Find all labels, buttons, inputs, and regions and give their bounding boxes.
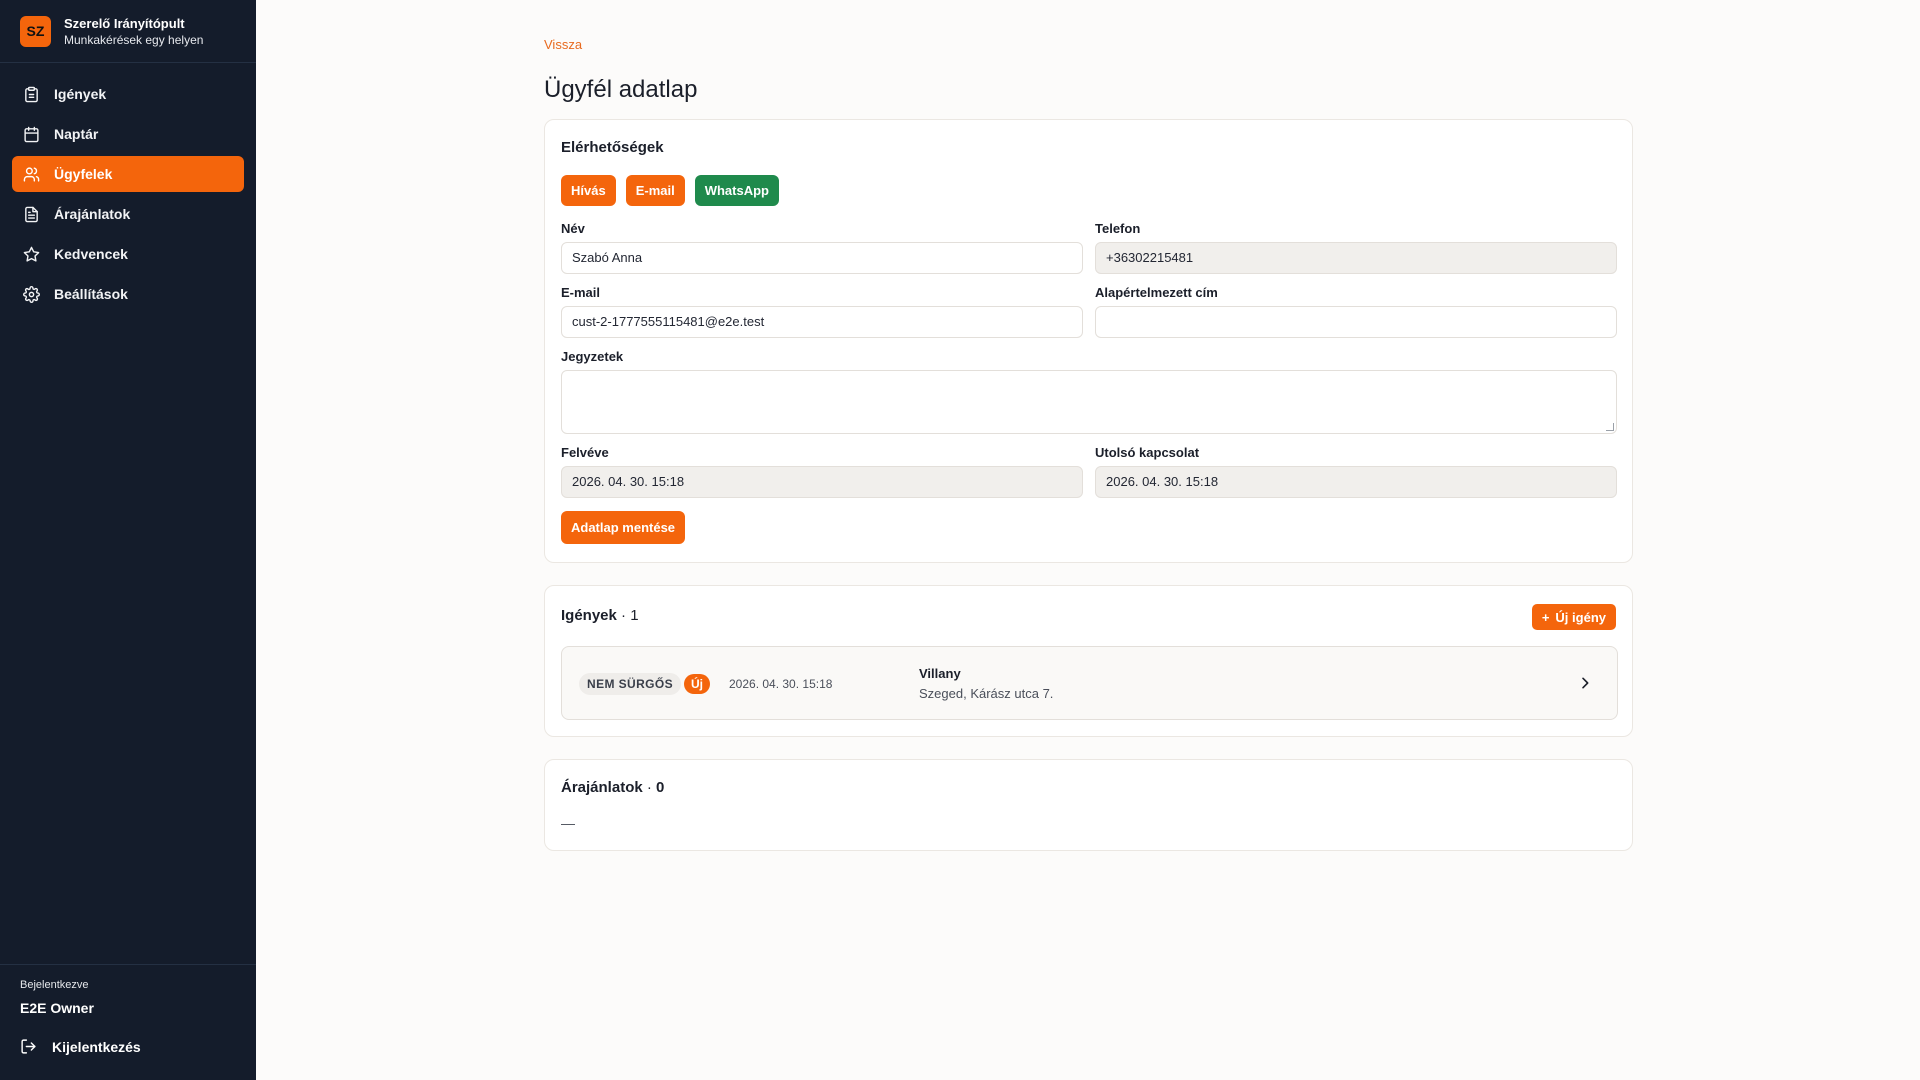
gear-icon <box>23 285 40 303</box>
name-field[interactable]: Szabó Anna <box>561 242 1083 274</box>
document-icon <box>25 206 38 222</box>
sidebar-nav: Igények Naptár Ügyfelek Árajánlatok Kedv… <box>0 63 256 329</box>
page-title: Ügyfél adatlap <box>544 76 698 103</box>
brand-logo: SZ <box>20 15 51 47</box>
quotes-title-label: Árajánlatok <box>561 779 643 796</box>
sidebar-item-label: Naptár <box>54 126 99 142</box>
sidebar-item-label: Ügyfelek <box>54 166 113 182</box>
requests-title-label: Igények <box>561 607 617 624</box>
phone-field[interactable]: +36302215481 <box>1095 242 1617 274</box>
resize-handle[interactable] <box>1606 423 1614 431</box>
request-category: Villany <box>919 666 961 681</box>
sidebar-footer: Bejelentkezve E2E Owner Kijelentkezés <box>0 964 256 1080</box>
email-label: E-mail <box>561 285 601 300</box>
email-field[interactable]: cust-2-1777555115481@e2e.test <box>561 306 1083 338</box>
address-label: Alapértelmezett cím <box>1095 285 1218 300</box>
address-field[interactable] <box>1095 306 1617 338</box>
sidebar: SZ Szerelő Irányítópult Munkakérések egy… <box>0 0 256 1080</box>
sidebar-item-label: Igények <box>54 86 107 102</box>
sidebar-item-label: Beállítások <box>54 286 128 302</box>
requests-title: Igények · 1 <box>561 607 639 624</box>
phone-label: Telefon <box>1095 221 1141 236</box>
user-name: E2E Owner <box>20 1000 94 1016</box>
calendar-icon <box>24 126 39 142</box>
quotes-empty: — <box>561 815 575 831</box>
logged-in-label: Bejelentkezve <box>20 979 89 991</box>
email-button[interactable]: E-mail <box>625 175 685 206</box>
call-button[interactable]: Hívás <box>561 175 616 206</box>
created-field: 2026. 04. 30. 15:18 <box>561 466 1083 498</box>
sidebar-item-igenyek[interactable]: Igények <box>12 76 244 112</box>
sidebar-item-label: Kedvencek <box>54 246 128 262</box>
star-icon <box>23 246 40 262</box>
quotes-count: 0 <box>656 779 665 796</box>
notes-label: Jegyzetek <box>561 349 624 364</box>
requests-card: Igények · 1 + Új igény NEM SÜRGŐS Új 202… <box>544 585 1633 737</box>
request-row[interactable]: NEM SÜRGŐS Új 2026. 04. 30. 15:18 Villan… <box>561 646 1618 720</box>
users-icon <box>23 166 40 182</box>
sidebar-item-label: Árajánlatok <box>54 206 131 222</box>
clipboard-icon <box>25 86 38 102</box>
request-date: 2026. 04. 30. 15:18 <box>729 677 833 691</box>
last-contact-field: 2026. 04. 30. 15:18 <box>1095 466 1617 498</box>
brand: SZ Szerelő Irányítópult Munkakérések egy… <box>0 0 256 63</box>
last-contact-label: Utolsó kapcsolat <box>1095 445 1200 460</box>
new-request-button[interactable]: + Új igény <box>1531 604 1616 630</box>
brand-title: Szerelő Irányítópult <box>64 15 185 31</box>
status-badge: Új <box>684 674 710 694</box>
quotes-card: Árajánlatok · 0 — <box>544 759 1633 851</box>
sidebar-item-arajanlatok[interactable]: Árajánlatok <box>12 196 244 232</box>
logout-label: Kijelentkezés <box>52 1038 141 1055</box>
sidebar-item-ugyfelek[interactable]: Ügyfelek <box>12 156 244 192</box>
name-label: Név <box>561 221 585 236</box>
contact-actions: Hívás E-mail WhatsApp <box>561 175 779 206</box>
chevron-right-icon <box>1582 677 1589 689</box>
new-request-label: Új igény <box>1555 609 1606 625</box>
save-button[interactable]: Adatlap mentése <box>561 511 686 544</box>
contact-card-title: Elérhetőségek <box>561 139 664 156</box>
request-address: Szeged, Kárász utca 7. <box>919 686 1054 701</box>
created-label: Felvéve <box>561 445 609 460</box>
brand-subtitle: Munkakérések egy helyen <box>64 32 204 47</box>
sidebar-item-kedvencek[interactable]: Kedvencek <box>12 236 244 272</box>
quotes-title: Árajánlatok · 0 <box>561 779 665 796</box>
logout-icon <box>21 1039 36 1054</box>
sidebar-item-beallitasok[interactable]: Beállítások <box>12 276 244 312</box>
requests-count: 1 <box>630 607 639 624</box>
notes-textarea[interactable] <box>561 370 1617 434</box>
logout-button[interactable]: Kijelentkezés <box>20 1038 236 1055</box>
whatsapp-button[interactable]: WhatsApp <box>694 175 779 206</box>
back-link[interactable]: Vissza <box>544 37 582 52</box>
sidebar-item-naptar[interactable]: Naptár <box>12 116 244 152</box>
priority-badge: NEM SÜRGŐS <box>579 673 682 695</box>
plus-icon: + <box>1541 609 1550 625</box>
contact-card: Elérhetőségek Hívás E-mail WhatsApp Név … <box>544 119 1633 563</box>
